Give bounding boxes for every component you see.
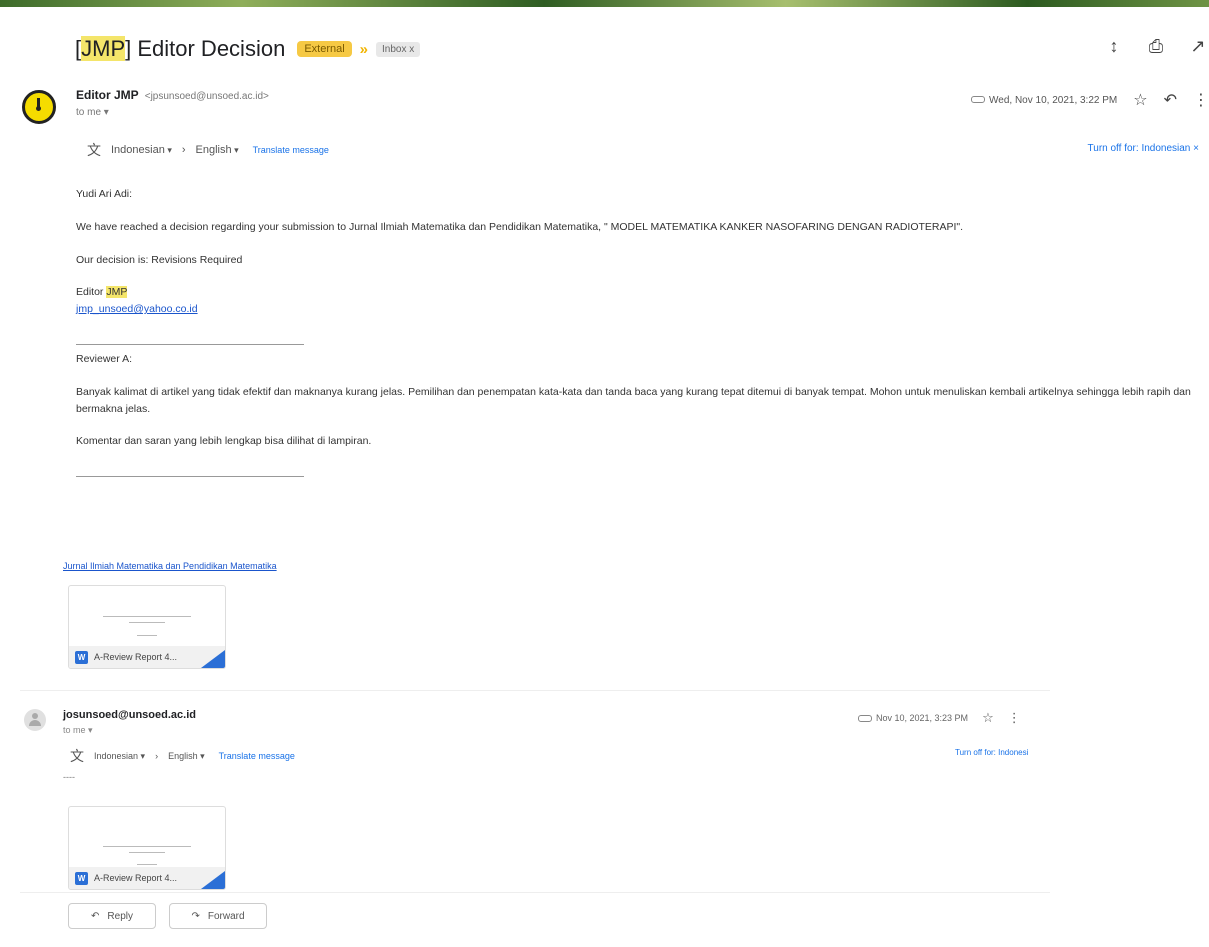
separator [76,476,304,478]
message-divider [20,892,1050,893]
decision-text: Our decision is: Revisions Required [76,253,243,266]
translate-message-link[interactable]: Translate message [219,751,295,761]
expand-all-icon[interactable]: ↕ [1103,36,1125,57]
chevron-right-icon: › [155,751,159,761]
reply-icon[interactable]: ↶ [1164,90,1177,110]
sender-email: <jpsunsoed@unsoed.ac.id> [144,91,269,102]
target-language-select[interactable]: English [196,144,239,156]
review-text: Banyak kalimat di artikel yang tidak efe… [76,385,1191,415]
preview-line [137,864,157,865]
message-meta: Wed, Nov 10, 2021, 3:22 PM ☆ ↶ ⋮ [971,90,1209,110]
reply-icon: ↶ [91,910,100,922]
open-new-window-icon[interactable]: ↗ [1187,36,1209,57]
signature-name: Editor JMP [76,286,128,299]
star-icon[interactable]: ☆ [1133,90,1147,110]
print-icon[interactable]: ⎙ [1145,36,1167,57]
label-inbox[interactable]: Inbox x [376,41,421,57]
sender-name[interactable]: Editor JMP [76,88,139,102]
star-icon[interactable]: ☆ [982,710,994,726]
page-fold-icon [201,871,225,889]
reply-button[interactable]: ↶ Reply [68,903,156,929]
translate-message-link[interactable]: Translate message [253,145,329,155]
message-meta: Nov 10, 2021, 3:23 PM ☆ ⋮ [858,710,1021,726]
attachment-name: A-Review Report 4... [94,652,178,662]
message-date: Wed, Nov 10, 2021, 3:22 PM [971,95,1117,106]
preview-line [129,852,165,853]
sender-avatar[interactable] [22,90,56,124]
sender-email[interactable]: josunsoed@unsoed.ac.id [63,709,196,721]
preview-line [103,846,191,847]
attachment-card[interactable]: W A-Review Report 4... [68,806,226,890]
forward-icon: ↷ [191,910,200,922]
signature-email-link[interactable]: jmp_unsoed@yahoo.co.id [76,303,198,315]
word-document-icon: W [75,650,88,664]
reviewer-heading: Reviewer A: [76,352,133,365]
attachment-icon [858,715,872,723]
subject-title: [JMP] Editor Decision [75,36,286,61]
review-comment: Komentar dan saran yang lebih lengkap bi… [76,435,372,448]
greeting: Yudi Ari Adi: [76,188,133,200]
forward-button[interactable]: ↷ Forward [169,903,267,929]
source-language-select[interactable]: Indonesian [94,751,145,762]
preview-line [129,622,165,623]
message-body: Yudi Ari Adi: We have reached a decision… [76,186,1196,483]
more-options-icon[interactable]: ⋮ [1193,90,1209,110]
translate-icon: 文 [87,142,101,158]
translate-bar: 文 Indonesian › English Translate message [87,140,329,160]
preview-line [137,635,157,636]
top-banner-strip [0,0,1209,7]
recipient-dropdown[interactable]: to me ▾ [63,725,93,736]
journal-link[interactable]: Jurnal Ilmiah Matematika dan Pendidikan … [63,561,277,571]
word-document-icon: W [75,871,88,885]
message-date: Nov 10, 2021, 3:23 PM [858,713,968,723]
chevron-right-icon: › [181,144,186,156]
page-fold-icon [201,650,225,668]
recipient-dropdown[interactable]: to me ▾ [76,107,109,118]
decision-intro: We have reached a decision regarding you… [76,220,964,233]
attachment-icon [971,96,986,104]
target-language-select[interactable]: English [168,751,205,762]
thread-toolbar: ↕ ⎙ ↗ [1103,36,1209,57]
turn-off-translation-link[interactable]: Turn off for: Indonesian × [1088,143,1199,154]
attachment-card[interactable]: W A-Review Report 4... [68,585,226,669]
source-language-select[interactable]: Indonesian [111,144,172,156]
message-body: ---- [63,772,75,782]
message-divider [20,690,1050,691]
sender-line: Editor JMP <jpsunsoed@unsoed.ac.id> [76,88,269,102]
separator [76,343,304,345]
label-external[interactable]: External [297,41,352,57]
turn-off-translation-link[interactable]: Turn off for: Indonesi [955,748,1028,757]
translate-icon: 文 [70,748,84,764]
email-subject: [JMP] Editor Decision External » Inbox x [75,36,421,62]
more-options-icon[interactable]: ⋮ [1008,710,1021,726]
signature-email: jmp_unsoed@yahoo.co.id [76,301,1196,318]
importance-marker-icon[interactable]: » [360,41,368,58]
preview-line [103,616,191,617]
attachment-name: A-Review Report 4... [94,873,178,883]
sender-avatar[interactable] [24,709,46,731]
translate-bar: 文 Indonesian › English Translate message [70,746,295,766]
